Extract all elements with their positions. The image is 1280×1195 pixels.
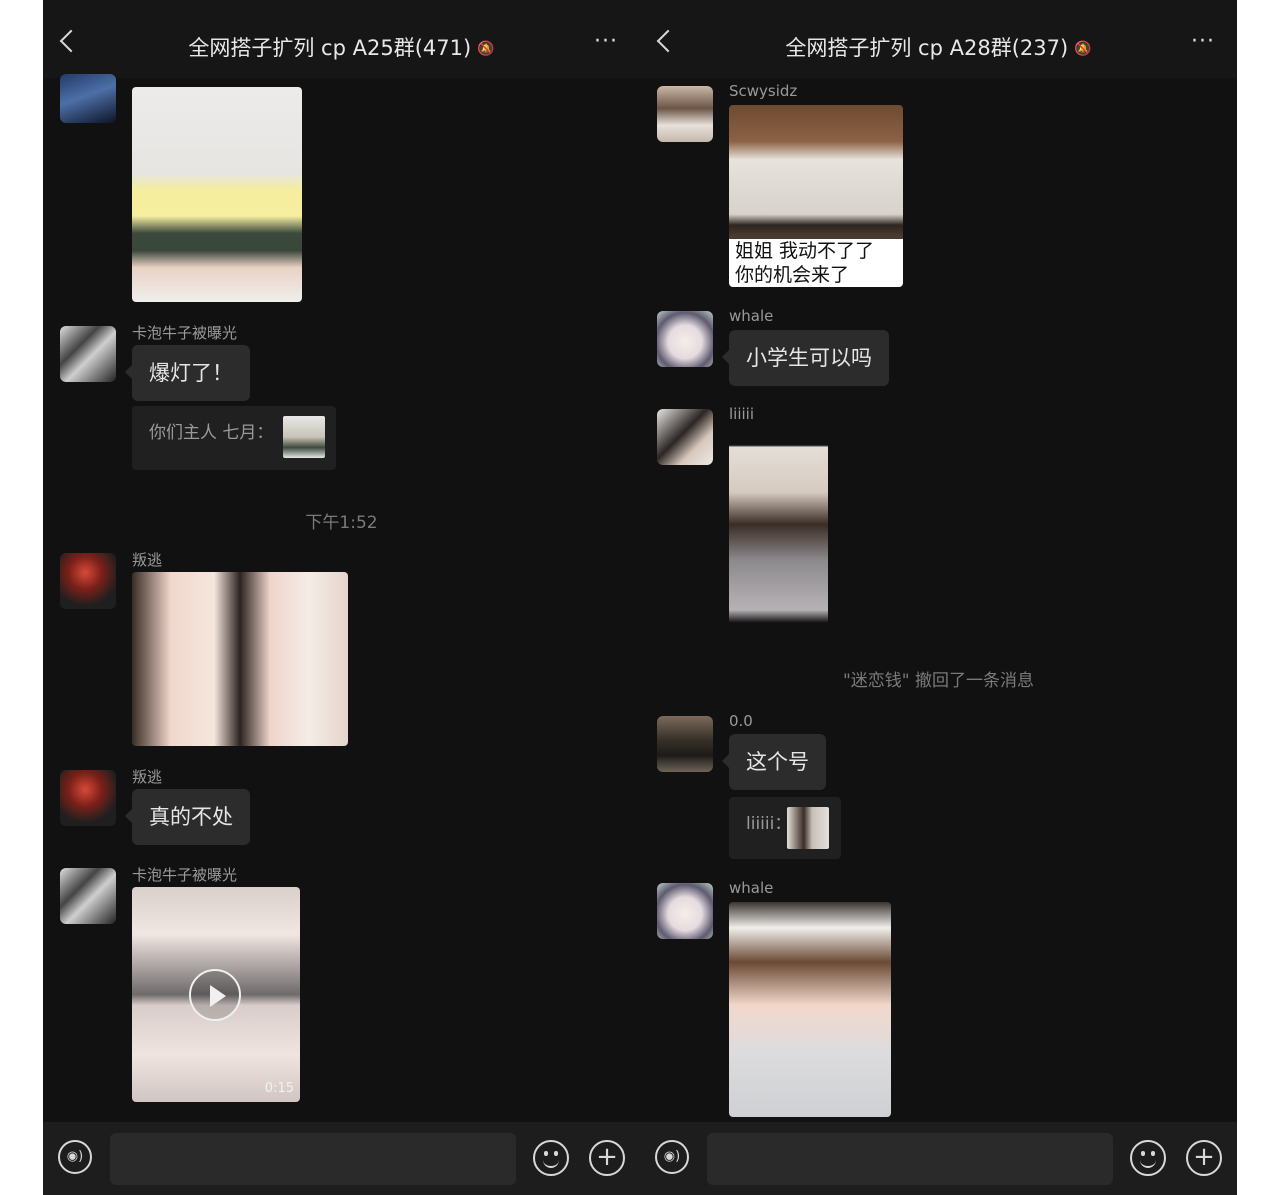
avatar[interactable] [657,409,713,465]
quoted-thumbnail [787,807,829,849]
chat-panel-right: 全网搭子扩列 cp A28群(237) 🔕 ··· Scwysidz 姐姐 我动不… [640,0,1237,1195]
recall-notice: "迷恋钱" 撤回了一条消息 [842,671,1035,691]
meme-caption-line: 你的机会来了 [735,264,850,286]
sender-name: 叛逃 [132,768,163,786]
plus-icon[interactable]: + [1186,1140,1222,1176]
emoji-icon[interactable] [533,1140,569,1176]
meme-caption: 姐姐 我动不了了 你的机会来了 [729,239,903,287]
avatar[interactable] [60,74,116,123]
sender-name: 卡泡牛子被曝光 [132,324,238,342]
quoted-message[interactable]: liiiii： [729,797,841,859]
meme-image[interactable]: 姐姐 我动不了了 你的机会来了 [729,105,903,287]
message-input[interactable] [707,1133,1113,1185]
bell-slash-icon: 🔕 [477,41,495,57]
video-message[interactable]: 0:15 [132,887,300,1102]
voice-icon[interactable]: ◉) [655,1140,689,1174]
more-options-button[interactable]: ··· [594,31,618,53]
avatar[interactable] [60,553,116,609]
avatar[interactable] [657,86,713,142]
video-duration: 0:15 [264,1081,294,1096]
sender-name: Scwysidz [729,82,798,100]
play-icon[interactable] [189,969,241,1021]
input-bar: ◉) + [640,1122,1237,1195]
voice-icon[interactable]: ◉) [58,1140,92,1174]
plus-icon[interactable]: + [589,1140,625,1176]
more-options-button[interactable]: ··· [1191,31,1215,53]
message-input[interactable] [110,1133,516,1185]
text-message[interactable]: 这个号 [722,734,826,790]
meme-caption-line: 姐姐 我动不了了 [735,240,875,262]
chat-title-text: 全网搭子扩列 cp A25群(471) [188,36,472,60]
quoted-thumbnail [283,416,325,458]
bell-slash-icon: 🔕 [1074,41,1092,57]
sender-name: 0.0 [729,712,753,730]
chat-panel-left: 全网搭子扩列 cp A25群(471) 🔕 ··· 卡泡牛子被曝光 爆灯了！ 你们… [43,0,640,1195]
sender-name: 叛逃 [132,551,163,569]
sender-name: liiiii [729,405,755,423]
chat-title: 全网搭子扩列 cp A25群(471) 🔕 [43,32,640,62]
sender-name: whale [729,307,774,325]
quoted-message[interactable]: 你们主人 七月： [132,406,336,470]
input-bar: ◉) + [43,1122,640,1195]
sender-name: whale [729,879,774,897]
avatar[interactable] [657,883,713,939]
emoji-icon[interactable] [1130,1140,1166,1176]
timestamp: 下午1:52 [305,513,378,533]
photo-message[interactable] [132,87,302,302]
avatar[interactable] [657,311,713,367]
avatar[interactable] [60,770,116,826]
photo-message[interactable] [729,428,828,642]
text-message[interactable]: 小学生可以吗 [722,330,889,386]
avatar[interactable] [60,326,116,382]
quoted-text: 你们主人 七月： [149,423,274,443]
sender-name: 卡泡牛子被曝光 [132,866,238,884]
text-message[interactable]: 爆灯了！ [125,345,250,401]
text-message[interactable]: 真的不处 [125,789,250,845]
chat-header: 全网搭子扩列 cp A28群(237) 🔕 ··· [640,0,1237,78]
quoted-text: liiiii： [746,814,792,834]
avatar[interactable] [60,868,116,924]
chat-title-text: 全网搭子扩列 cp A28群(237) [785,36,1069,60]
photo-message[interactable] [132,572,348,746]
avatar[interactable] [657,716,713,772]
photo-message[interactable] [729,902,891,1117]
chat-header: 全网搭子扩列 cp A25群(471) 🔕 ··· [43,0,640,78]
chat-title: 全网搭子扩列 cp A28群(237) 🔕 [640,32,1237,62]
